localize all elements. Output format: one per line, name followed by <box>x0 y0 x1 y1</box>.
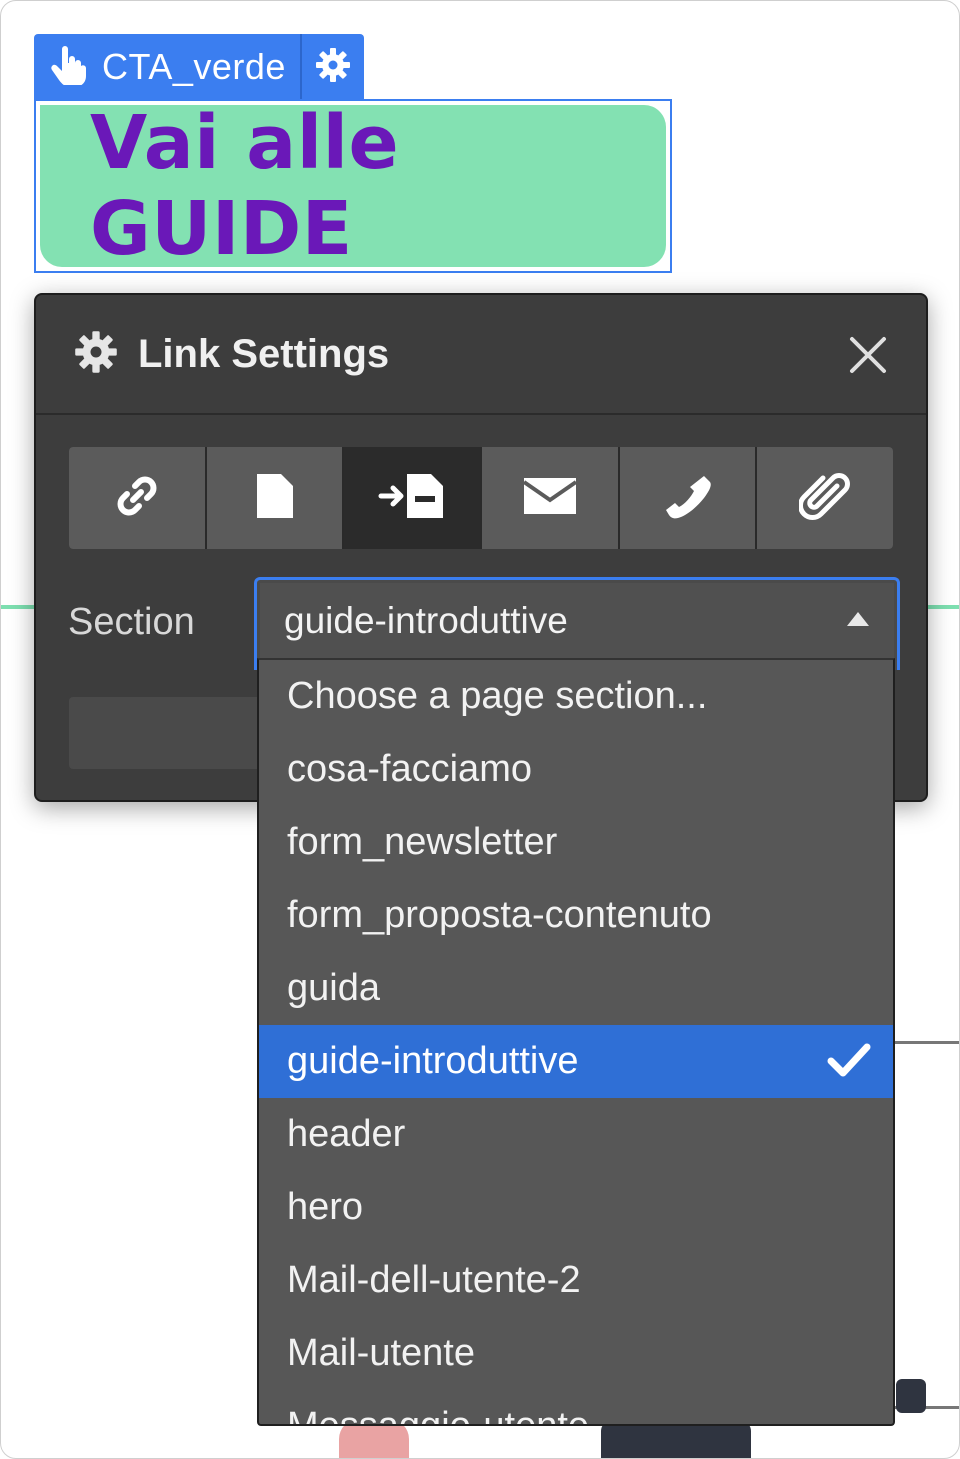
dialog-header: Link Settings <box>36 295 926 415</box>
close-icon[interactable] <box>848 335 888 375</box>
dropdown-option[interactable]: form_proposta-contenuto <box>259 879 893 952</box>
canvas-illustration <box>601 1421 751 1458</box>
element-tag-label: CTA_verde <box>102 46 286 87</box>
page-section-icon <box>377 472 447 525</box>
element-tag[interactable]: CTA_verde <box>34 34 364 100</box>
dropdown-option-label: form_newsletter <box>287 821 558 863</box>
dropdown-option-selected[interactable]: guide-introduttive <box>259 1025 893 1098</box>
dropdown-option-label: hero <box>287 1186 364 1228</box>
tab-url[interactable] <box>69 447 205 549</box>
cta-selection-outline[interactable]: Vai alle GUIDE <box>34 99 672 273</box>
cta-button-label: Vai alle GUIDE <box>90 100 400 272</box>
section-select-value-box[interactable]: guide-introduttive <box>260 583 894 659</box>
gear-icon <box>74 330 118 379</box>
caret-up-icon <box>845 610 871 633</box>
dropdown-option-label: guida <box>287 967 380 1009</box>
dropdown-option[interactable]: Messaggio-utente <box>259 1390 893 1426</box>
dropdown-option-label: Mail-dell-utente-2 <box>287 1259 581 1301</box>
dialog-footer-button[interactable] <box>69 697 269 769</box>
checkmark-icon <box>827 1043 871 1089</box>
section-select[interactable]: guide-introduttive <box>254 577 900 670</box>
tab-email[interactable] <box>482 447 618 549</box>
dropdown-option-label: guide-introduttive <box>287 1040 579 1082</box>
dropdown-option-label: header <box>287 1113 406 1155</box>
tab-page[interactable] <box>206 447 343 549</box>
dropdown-option-label: form_proposta-contenuto <box>287 894 712 936</box>
dropdown-option[interactable]: Choose a page section... <box>259 660 893 733</box>
dropdown-option[interactable]: Mail-dell-utente-2 <box>259 1244 893 1317</box>
dropdown-option-label: Choose a page section... <box>287 675 708 717</box>
tab-section[interactable] <box>344 447 481 549</box>
dropdown-option-label: Mail-utente <box>287 1332 475 1374</box>
canvas-illustration <box>896 1379 926 1413</box>
link-type-tabs <box>69 447 893 549</box>
element-tag-label-group[interactable]: CTA_verde <box>34 34 302 100</box>
section-dropdown-list: Choose a page section... cosa-facciamo f… <box>257 658 895 1426</box>
dropdown-option[interactable]: hero <box>259 1171 893 1244</box>
link-icon <box>113 472 161 525</box>
phone-icon <box>664 472 712 525</box>
envelope-icon <box>522 474 578 523</box>
cta-button[interactable]: Vai alle GUIDE <box>40 100 666 272</box>
dropdown-option[interactable]: guida <box>259 952 893 1025</box>
dropdown-option[interactable]: header <box>259 1098 893 1171</box>
paperclip-icon <box>798 470 851 527</box>
section-select-value: guide-introduttive <box>284 600 568 641</box>
dropdown-option-label: Messaggio-utente <box>287 1405 590 1426</box>
dialog-title: Link Settings <box>138 331 390 376</box>
dropdown-option[interactable]: Mail-utente <box>259 1317 893 1390</box>
element-settings-button[interactable] <box>302 34 364 100</box>
hand-pointer-icon <box>50 45 88 90</box>
canvas-frame: CTA_verde Vai alle GUIDE Link Settings S… <box>0 0 960 1459</box>
gear-icon <box>315 47 351 88</box>
tab-asset[interactable] <box>757 447 893 549</box>
dropdown-option-label: cosa-facciamo <box>287 748 532 790</box>
dropdown-option[interactable]: cosa-facciamo <box>259 733 893 806</box>
section-field-label: Section <box>68 601 195 643</box>
tab-phone[interactable] <box>619 447 756 549</box>
page-icon <box>253 472 297 525</box>
dropdown-option[interactable]: form_newsletter <box>259 806 893 879</box>
